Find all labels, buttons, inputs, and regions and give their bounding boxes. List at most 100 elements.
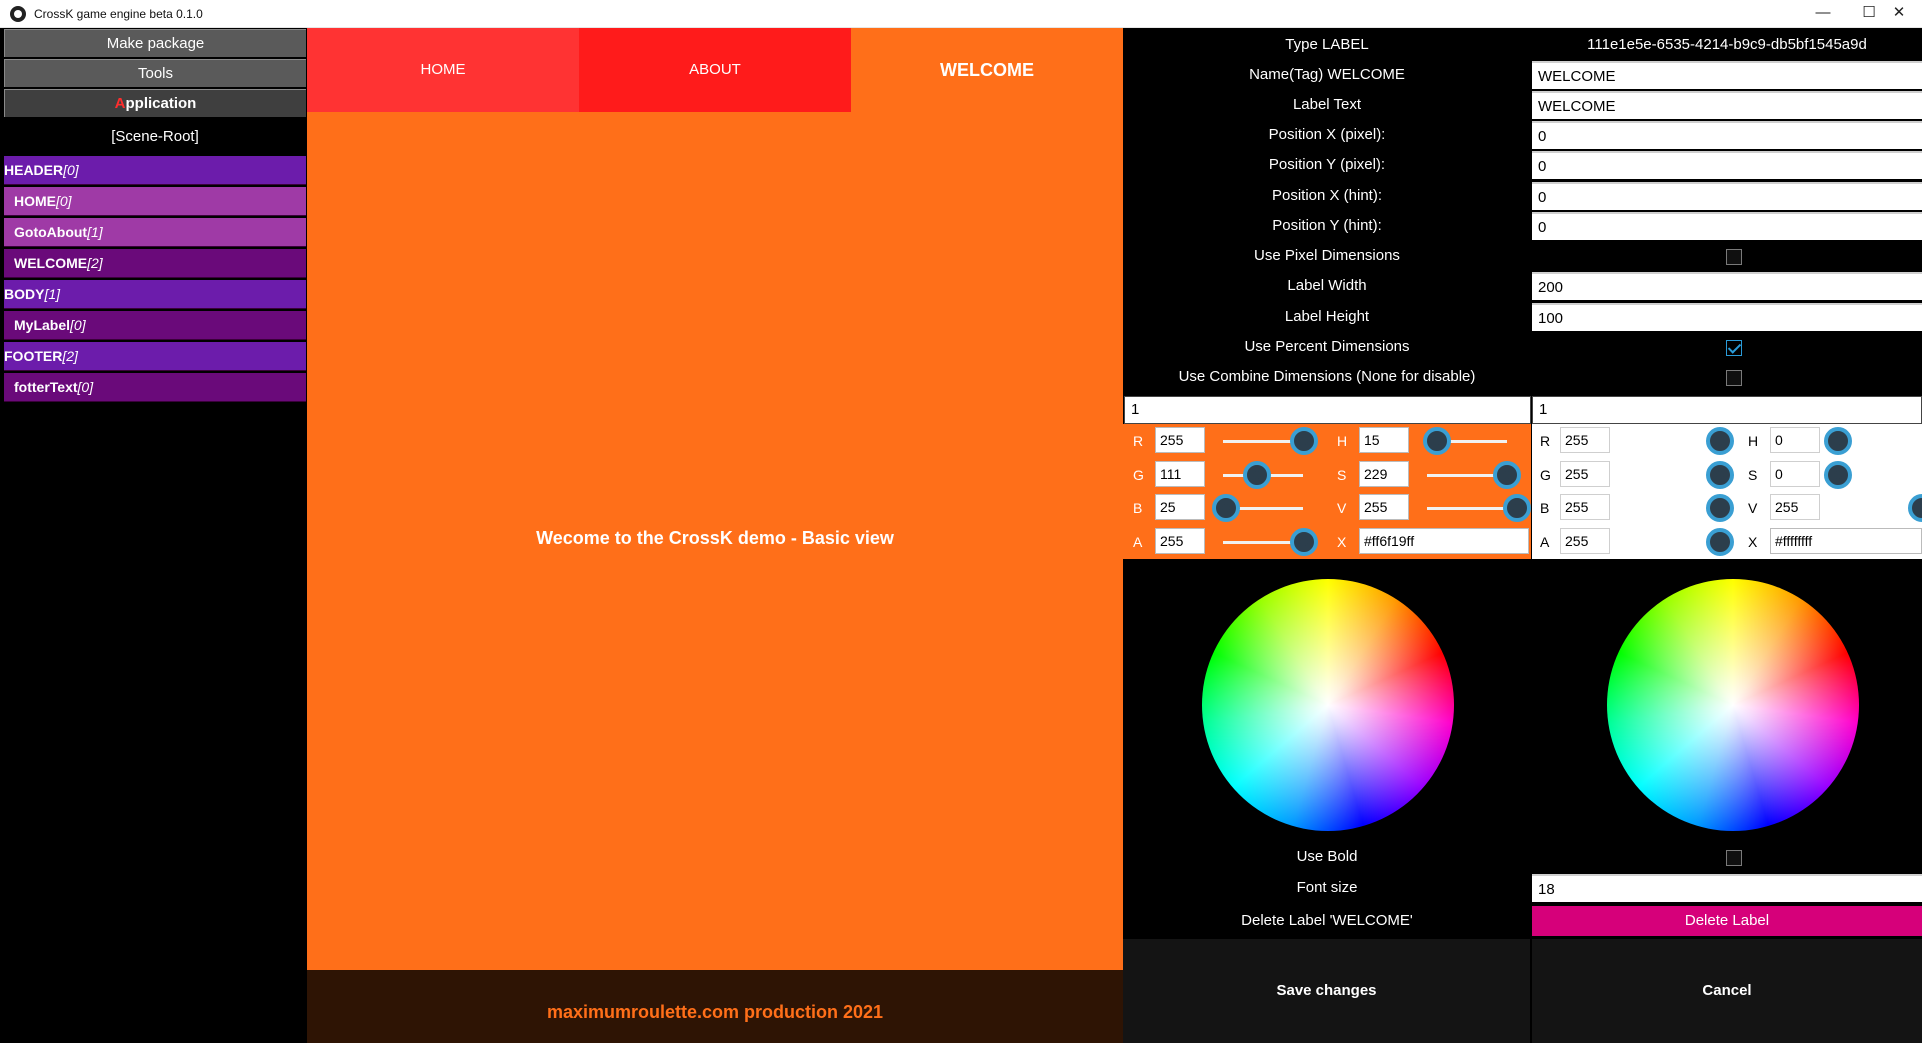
tree-item-fottertext[interactable]: fotterText[0] bbox=[4, 373, 306, 402]
blue-slider-handle[interactable] bbox=[1212, 494, 1240, 522]
alpha-slider-handle[interactable] bbox=[1706, 528, 1734, 556]
hue-slider-handle[interactable] bbox=[1423, 427, 1451, 455]
channel-label: R bbox=[1540, 433, 1551, 449]
combine-right-input[interactable]: 1 bbox=[1532, 396, 1922, 424]
channel-label: V bbox=[1337, 500, 1347, 516]
combine-left-input[interactable]: 1 bbox=[1124, 396, 1531, 424]
tree-item-index: [2] bbox=[62, 348, 78, 364]
red-input[interactable]: 255 bbox=[1155, 427, 1205, 453]
position-y-pixel-input[interactable]: 0 bbox=[1532, 151, 1922, 179]
delete-label-button[interactable]: Delete Label bbox=[1532, 906, 1922, 936]
picker-row-g-s: G 255 S 0 bbox=[1532, 461, 1922, 494]
tree-item-name: WELCOME bbox=[14, 255, 88, 271]
saturation-slider-handle[interactable] bbox=[1493, 461, 1521, 489]
color-wheel-left[interactable] bbox=[1202, 579, 1454, 831]
preview-body-label[interactable]: Wecome to the CrossK demo - Basic view bbox=[307, 528, 1123, 549]
use-bold-label: Use Bold bbox=[1296, 848, 1358, 865]
tools-button[interactable]: Tools bbox=[4, 59, 306, 87]
label-text-label: Label Text bbox=[1292, 96, 1362, 113]
value-slider[interactable] bbox=[1427, 507, 1507, 510]
tree-item-index: [0] bbox=[63, 162, 79, 178]
preview-nav-home[interactable]: HOME bbox=[307, 28, 579, 112]
use-percent-dimensions-checkbox[interactable] bbox=[1726, 340, 1742, 356]
title-bar: CrossK game engine beta 0.1.0 — ☐ ✕ bbox=[0, 0, 1922, 28]
tree-item-footer[interactable]: FOOTER[2] bbox=[4, 342, 306, 371]
label-height-input[interactable]: 100 bbox=[1532, 303, 1922, 331]
label-text-input[interactable]: WELCOME bbox=[1532, 91, 1922, 119]
hue-slider-handle[interactable] bbox=[1824, 427, 1852, 455]
red-slider-handle[interactable] bbox=[1290, 427, 1318, 455]
value-input[interactable]: 255 bbox=[1770, 494, 1820, 520]
tree-item-name: HEADER bbox=[4, 162, 64, 178]
green-slider-handle[interactable] bbox=[1243, 461, 1271, 489]
delete-label-prompt: Delete Label 'WELCOME' bbox=[1241, 912, 1413, 929]
position-x-pixel-input[interactable]: 0 bbox=[1532, 121, 1922, 149]
tree-item-name: GotoAbout bbox=[14, 224, 88, 240]
preview-nav-about[interactable]: ABOUT bbox=[579, 28, 851, 112]
alpha-slider-handle[interactable] bbox=[1290, 528, 1318, 556]
use-bold-checkbox[interactable] bbox=[1726, 850, 1742, 866]
cancel-button[interactable]: Cancel bbox=[1532, 939, 1922, 1043]
tree-item-mylabel[interactable]: MyLabel[0] bbox=[4, 311, 306, 340]
type-id-value: 111e1e5e-6535-4214-b9c9-db5bf1545a9d bbox=[1587, 36, 1867, 53]
tree-item-home[interactable]: HOME[0] bbox=[4, 187, 306, 216]
hex-input[interactable]: #ffffffff bbox=[1770, 528, 1922, 554]
position-y-hint-input[interactable]: 0 bbox=[1532, 212, 1922, 240]
name-tag-label: Name(Tag) WELCOME bbox=[1249, 66, 1405, 83]
save-changes-button[interactable]: Save changes bbox=[1123, 939, 1530, 1043]
hue-input[interactable]: 15 bbox=[1359, 427, 1409, 453]
tree-item-welcome[interactable]: WELCOME[2] bbox=[4, 249, 306, 278]
green-input[interactable]: 255 bbox=[1560, 461, 1610, 487]
value-slider-handle[interactable] bbox=[1503, 494, 1531, 522]
application-button-label: pplication bbox=[125, 95, 197, 112]
close-icon[interactable]: ✕ bbox=[1876, 0, 1922, 28]
value-slider-handle[interactable] bbox=[1908, 494, 1922, 522]
label-width-input[interactable]: 200 bbox=[1532, 272, 1922, 300]
hex-input[interactable]: #ff6f19ff bbox=[1359, 528, 1529, 554]
tree-item-header[interactable]: HEADER[0] bbox=[4, 156, 306, 185]
font-size-input[interactable]: 18 bbox=[1532, 874, 1922, 902]
make-package-button[interactable]: Make package bbox=[4, 29, 306, 57]
picker-row-a-x: A 255 X #ffffffff bbox=[1532, 528, 1922, 561]
position-x-hint-input[interactable]: 0 bbox=[1532, 182, 1922, 210]
tree-item-gotoabout[interactable]: GotoAbout[1] bbox=[4, 218, 306, 247]
red-input[interactable]: 255 bbox=[1560, 427, 1610, 453]
scene-root[interactable]: [Scene-Root] bbox=[4, 122, 306, 152]
red-slider-handle[interactable] bbox=[1706, 427, 1734, 455]
tree-item-body[interactable]: BODY[1] bbox=[4, 280, 306, 309]
green-slider-handle[interactable] bbox=[1706, 461, 1734, 489]
minimize-icon[interactable]: — bbox=[1800, 0, 1846, 28]
tree-item-name: HOME bbox=[14, 193, 56, 209]
use-pixel-dimensions-checkbox[interactable] bbox=[1726, 249, 1742, 265]
preview-footer-text[interactable]: maximumroulette.com production 2021 bbox=[307, 970, 1123, 1043]
use-combine-dimensions-checkbox[interactable] bbox=[1726, 370, 1742, 386]
picker-row-r-h: R 255 H 15 bbox=[1123, 427, 1531, 460]
color-picker-left: R 255 H 15 G 111 S 229 B 25 V 255 A 255 … bbox=[1123, 424, 1531, 559]
channel-label: S bbox=[1337, 467, 1347, 483]
hue-input[interactable]: 0 bbox=[1770, 427, 1820, 453]
preview-nav-welcome[interactable]: WELCOME bbox=[851, 28, 1123, 112]
tree-item-name: MyLabel bbox=[14, 317, 71, 333]
color-wheel-right[interactable] bbox=[1607, 579, 1859, 831]
blue-input[interactable]: 25 bbox=[1155, 494, 1205, 520]
window-title: CrossK game engine beta 0.1.0 bbox=[34, 7, 203, 21]
application-button[interactable]: Application bbox=[4, 89, 306, 117]
channel-label: H bbox=[1337, 433, 1348, 449]
green-input[interactable]: 111 bbox=[1155, 461, 1205, 487]
alpha-input[interactable]: 255 bbox=[1155, 528, 1205, 554]
blue-input[interactable]: 255 bbox=[1560, 494, 1610, 520]
saturation-input[interactable]: 0 bbox=[1770, 461, 1820, 487]
position-x-hint-label: Position X (hint): bbox=[1271, 187, 1383, 204]
picker-row-b-v: B 25 V 255 bbox=[1123, 494, 1531, 527]
channel-label: A bbox=[1133, 534, 1143, 550]
value-input[interactable]: 255 bbox=[1359, 494, 1409, 520]
position-x-pixel-label: Position X (pixel): bbox=[1268, 126, 1386, 143]
name-tag-input[interactable]: WELCOME bbox=[1532, 61, 1922, 89]
saturation-input[interactable]: 229 bbox=[1359, 461, 1409, 487]
blue-slider-handle[interactable] bbox=[1706, 494, 1734, 522]
picker-row-a-x: A 255 X #ff6f19ff bbox=[1123, 528, 1531, 561]
alpha-input[interactable]: 255 bbox=[1560, 528, 1610, 554]
picker-row-r-h: R 255 H 0 bbox=[1532, 427, 1922, 460]
channel-label: G bbox=[1133, 467, 1144, 483]
saturation-slider-handle[interactable] bbox=[1824, 461, 1852, 489]
